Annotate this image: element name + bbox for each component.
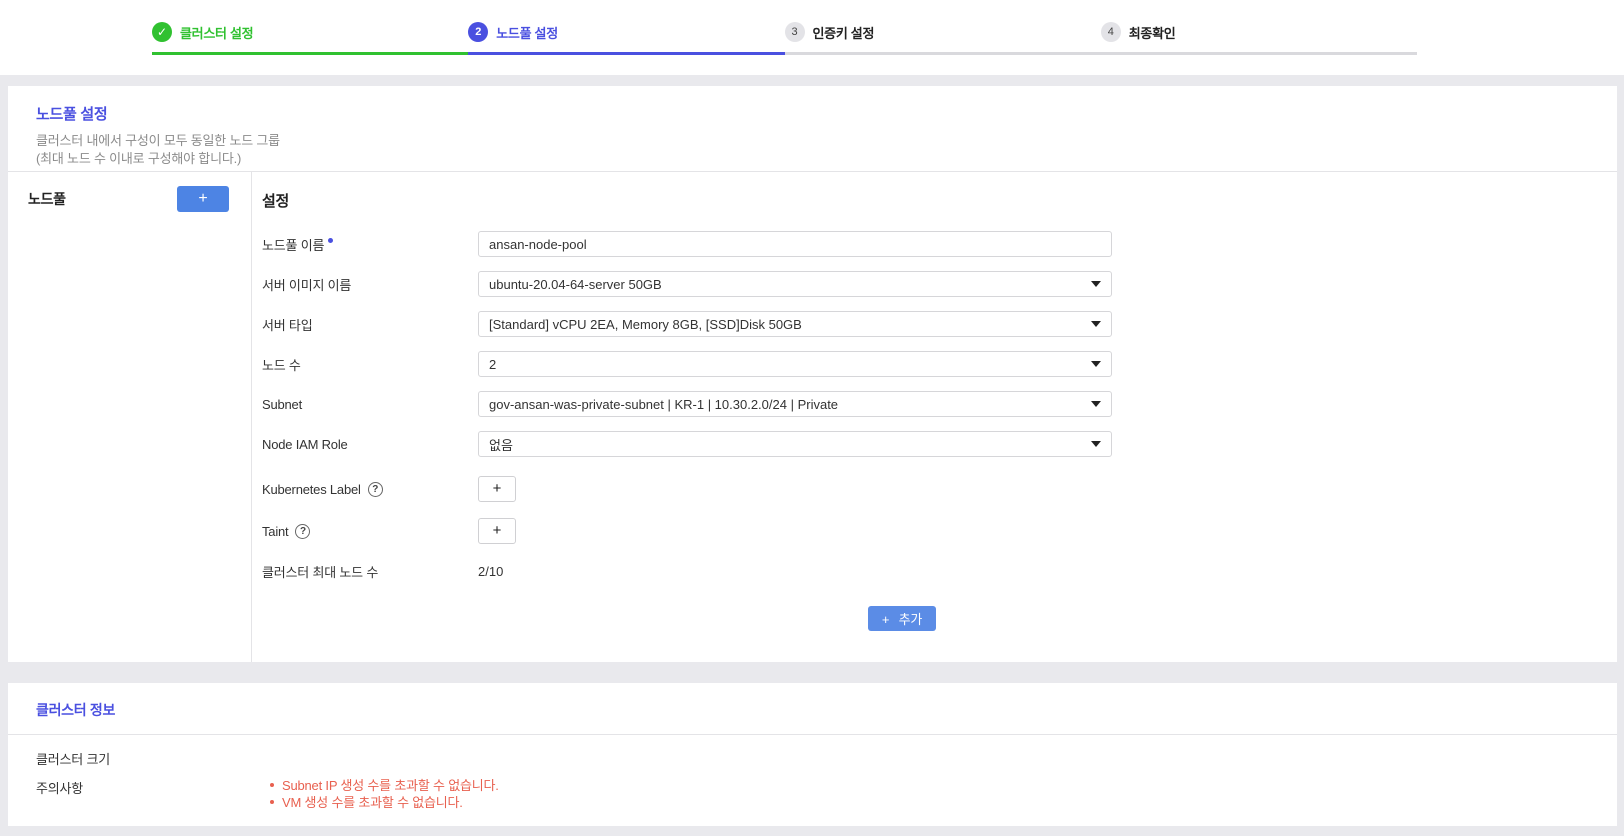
caution-label: 주의사항 [36, 781, 84, 796]
plus-icon: + [492, 480, 502, 497]
caution-item: VM 생성 수를 초과할 수 없습니다. [270, 794, 499, 811]
nodepool-list-title: 노드풀 [28, 191, 66, 207]
caret-down-icon [1091, 361, 1101, 367]
server-image-select[interactable]: ubuntu-20.04-64-server 50GB [478, 271, 1112, 297]
add-nodepool-submit-button[interactable]: + 추가 [867, 606, 937, 631]
add-nodepool-button[interactable]: + [177, 186, 229, 212]
step-progress-line [1100, 52, 1417, 55]
add-taint-button[interactable]: + [478, 518, 516, 544]
step-head: 2 노드풀 설정 [468, 22, 784, 42]
section-title: 노드풀 설정 [36, 106, 108, 123]
plus-icon: + [492, 522, 502, 539]
field-label: 노드 수 [262, 357, 301, 373]
field-label: Subnet [262, 396, 303, 412]
step-head: 3 인증키 설정 [784, 22, 1101, 42]
wizard-steps: ✓ 클러스터 설정 2 노드풀 설정 3 인증키 설정 4 최종확인 [0, 0, 1624, 55]
help-icon[interactable]: ? [295, 523, 311, 539]
add-kubernetes-label-button[interactable]: + [478, 476, 516, 502]
nodepool-name-input[interactable] [478, 231, 1112, 257]
submit-button-label: 추가 [898, 612, 923, 627]
plus-icon: + [198, 190, 208, 207]
required-marker [328, 237, 334, 243]
submit-row: + 추가 [262, 606, 1542, 631]
select-value: ubuntu-20.04-64-server 50GB [489, 276, 662, 292]
caret-down-icon [1091, 281, 1101, 287]
caret-down-icon [1091, 401, 1101, 407]
cluster-size-label: 클러스터 크기 [36, 752, 110, 767]
step-number-badge: 2 [468, 22, 489, 42]
form-row-server-image: 서버 이미지 이름 ubuntu-20.04-64-server 50GB [262, 271, 1617, 297]
field-label: 서버 이미지 이름 [262, 277, 352, 293]
nodepool-body: 노드풀 + 설정 노드풀 이름 서버 이미지 이름 ubuntu-20.04-6… [8, 172, 1617, 662]
wizard-step-nodepool-settings[interactable]: 2 노드풀 설정 [468, 0, 785, 55]
select-value: 없음 [489, 437, 513, 453]
form-row-node-iam-role: Node IAM Role 없음 [262, 431, 1617, 457]
step-number-badge: 4 [1100, 22, 1121, 42]
plus-icon: + [881, 612, 890, 627]
caret-down-icon [1091, 441, 1101, 447]
form-row-server-type: 서버 타입 [Standard] vCPU 2EA, Memory 8GB, [… [262, 311, 1617, 337]
caret-down-icon [1091, 321, 1101, 327]
cluster-info-card: 클러스터 정보 클러스터 크기 주의사항 Subnet IP 생성 수를 초과할… [8, 683, 1617, 826]
field-label: Kubernetes Label ? [262, 481, 478, 497]
cluster-info-header: 클러스터 정보 [8, 683, 1617, 735]
form-row-node-count: 노드 수 2 [262, 351, 1617, 377]
select-value: 2 [489, 356, 497, 372]
caution-item: Subnet IP 생성 수를 초과할 수 없습니다. [270, 777, 499, 794]
field-label-text: Kubernetes Label [262, 481, 361, 497]
node-iam-role-select[interactable]: 없음 [478, 431, 1112, 457]
wizard-step-cluster-settings[interactable]: ✓ 클러스터 설정 [152, 0, 469, 55]
field-label: 노드풀 이름 [262, 235, 478, 254]
field-label: 서버 타입 [262, 317, 313, 333]
form-row-taint: Taint ? + [262, 518, 1617, 544]
step-progress-line [468, 52, 785, 55]
step-label: 최종확인 [1128, 25, 1176, 41]
nodepool-settings-card: 노드풀 설정 클러스터 내에서 구성이 모두 동일한 노드 그룹 (최대 노드 … [8, 86, 1617, 662]
form-row-nodepool-name: 노드풀 이름 [262, 231, 1617, 257]
server-type-select[interactable]: [Standard] vCPU 2EA, Memory 8GB, [SSD]Di… [478, 311, 1112, 337]
step-head: ✓ 클러스터 설정 [152, 22, 468, 42]
step-wizard: ✓ 클러스터 설정 2 노드풀 설정 3 인증키 설정 4 최종확인 [0, 0, 1624, 75]
max-node-count-value: 2/10 [478, 563, 504, 579]
node-count-select[interactable]: 2 [478, 351, 1112, 377]
step-progress-line [152, 52, 469, 55]
section-description-line1: 클러스터 내에서 구성이 모두 동일한 노드 그룹 [36, 133, 280, 148]
check-circle-icon: ✓ [152, 22, 172, 42]
field-label: 클러스터 최대 노드 수 [262, 564, 379, 580]
select-value: gov-ansan-was-private-subnet | KR-1 | 10… [489, 396, 839, 412]
cluster-size-row: 클러스터 크기 [36, 748, 1589, 768]
bullet-icon [270, 800, 274, 804]
cluster-info-title: 클러스터 정보 [36, 702, 116, 718]
help-icon[interactable]: ? [367, 481, 383, 497]
caution-row: 주의사항 Subnet IP 생성 수를 초과할 수 없습니다. VM 생성 수… [36, 777, 1589, 811]
nodepool-settings-form: 설정 노드풀 이름 서버 이미지 이름 ubuntu-20.04-64-serv… [252, 172, 1617, 662]
caution-text: VM 생성 수를 초과할 수 없습니다. [282, 795, 463, 810]
bullet-icon [270, 783, 274, 787]
step-label: 인증키 설정 [812, 25, 875, 41]
field-label-text: Taint [262, 523, 289, 539]
form-row-subnet: Subnet gov-ansan-was-private-subnet | KR… [262, 391, 1617, 417]
cluster-info-body: 클러스터 크기 주의사항 Subnet IP 생성 수를 초과할 수 없습니다.… [8, 735, 1617, 811]
form-row-kubernetes-label: Kubernetes Label ? + [262, 476, 1617, 502]
settings-title: 설정 [262, 193, 290, 210]
nodepool-list-panel: 노드풀 + [8, 172, 252, 662]
subnet-select[interactable]: gov-ansan-was-private-subnet | KR-1 | 10… [478, 391, 1112, 417]
step-number-badge: 3 [784, 22, 805, 42]
field-label-text: 노드풀 이름 [262, 237, 325, 253]
section-description-line2: (최대 노드 수 이내로 구성해야 합니다.) [36, 151, 242, 166]
caution-list: Subnet IP 생성 수를 초과할 수 없습니다. VM 생성 수를 초과할… [270, 777, 499, 811]
step-progress-line [784, 52, 1101, 55]
form-row-max-node-count: 클러스터 최대 노드 수 2/10 [262, 558, 1617, 584]
select-value: [Standard] vCPU 2EA, Memory 8GB, [SSD]Di… [489, 316, 802, 332]
caution-text: Subnet IP 생성 수를 초과할 수 없습니다. [282, 778, 499, 793]
field-label: Taint ? [262, 523, 478, 539]
step-label: 클러스터 설정 [180, 25, 254, 41]
wizard-step-authkey-settings[interactable]: 3 인증키 설정 [784, 0, 1101, 55]
step-label: 노드풀 설정 [496, 25, 558, 41]
section-description: 클러스터 내에서 구성이 모두 동일한 노드 그룹 (최대 노드 수 이내로 구… [36, 132, 1589, 168]
field-label: Node IAM Role [262, 436, 348, 452]
step-head: 4 최종확인 [1100, 22, 1417, 42]
wizard-step-final-confirm[interactable]: 4 최종확인 [1100, 0, 1417, 55]
nodepool-section-header: 노드풀 설정 클러스터 내에서 구성이 모두 동일한 노드 그룹 (최대 노드 … [8, 86, 1617, 172]
